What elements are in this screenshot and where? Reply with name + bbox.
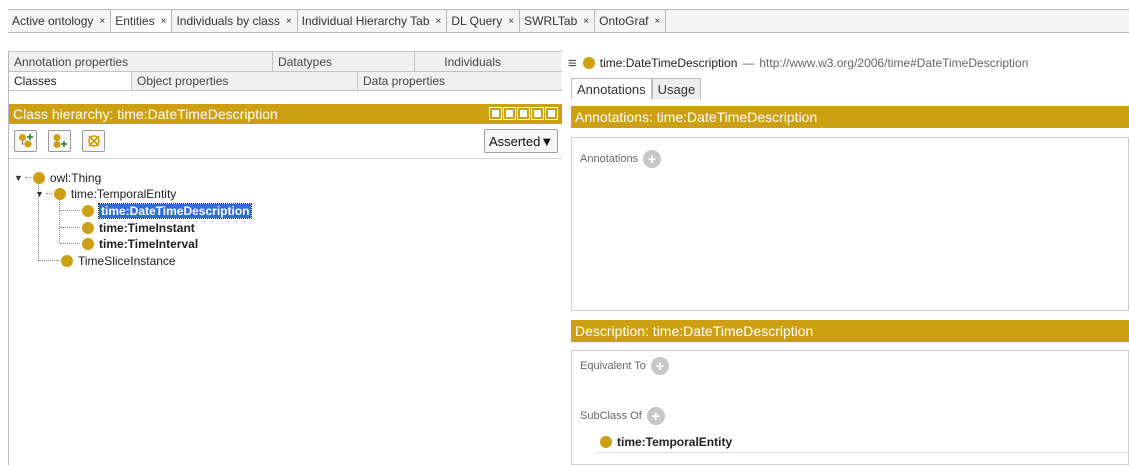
tab-entities[interactable]: Entities × (111, 10, 173, 32)
add-subclass-icon (18, 134, 33, 148)
entity-name: time:DateTimeDescription (599, 56, 738, 70)
tree-node-date-time-description[interactable]: time:DateTimeDescription (60, 202, 253, 219)
close-icon[interactable]: × (161, 16, 167, 27)
tree-node-label: time:TimeInterval (99, 236, 199, 251)
class-toolbar: Asserted ▼ (9, 124, 562, 158)
tab-usage[interactable]: Usage (651, 78, 702, 99)
expanded-arrow-icon[interactable]: ▼ (14, 173, 23, 183)
description-header: Description: time:DateTimeDescription (571, 320, 1129, 342)
hierarchy-mode-select[interactable]: Asserted ▼ (484, 129, 558, 153)
maximize-icon[interactable] (531, 107, 544, 120)
minimize-icon[interactable] (517, 107, 530, 120)
tree-node-label: TimeSliceInstance (78, 253, 176, 268)
entity-tabs-row-1: Annotation properties Datatypes Individu… (9, 51, 562, 71)
subclass-item[interactable]: time:TemporalEntity (600, 435, 732, 449)
hierarchy-mode-value: Asserted (489, 133, 541, 149)
description-title: Description: time:DateTimeDescription (575, 323, 814, 339)
tab-object-properties[interactable]: Object properties (132, 72, 358, 90)
chevron-down-icon: ▼ (540, 133, 554, 149)
equivalent-to-label: Equivalent To (580, 360, 646, 372)
entity-view-tabs: Annotations Usage (571, 78, 702, 99)
class-icon (32, 171, 45, 184)
delete-class-icon (87, 135, 100, 147)
separator: — (742, 56, 755, 70)
tab-label: Active ontology (12, 14, 94, 28)
add-sibling-icon (53, 134, 67, 148)
pin-icon[interactable] (503, 107, 516, 120)
subclass-of-field: SubClass Of + (580, 407, 665, 425)
help-icon[interactable] (489, 107, 502, 120)
class-tree: ▼ owl:Thing ▼ time:TemporalEntity time:D… (9, 158, 562, 465)
add-annotation-icon[interactable]: + (643, 150, 662, 168)
tab-individuals-by-class[interactable]: Individuals by class × (172, 10, 298, 32)
tree-node-label: owl:Thing (49, 170, 102, 185)
add-superclass-icon[interactable]: + (646, 407, 665, 425)
close-icon[interactable]: × (99, 16, 105, 27)
add-sibling-button[interactable] (48, 130, 71, 152)
view-controls (489, 107, 558, 120)
close-icon[interactable]: × (436, 16, 442, 27)
class-hierarchy-header: Class hierarchy: time:DateTimeDescriptio… (9, 104, 562, 124)
tree-node-owl-thing[interactable]: ▼ owl:Thing (14, 169, 101, 186)
tab-label: Entities (115, 14, 155, 28)
class-hierarchy-title: Class hierarchy: time:DateTimeDescriptio… (13, 106, 278, 122)
close-icon[interactable]: × (654, 16, 660, 27)
description-pane: Equivalent To + SubClass Of + time:Tempo… (571, 350, 1129, 465)
class-icon (582, 57, 595, 69)
tree-node-label: time:TimeInstant (99, 220, 195, 235)
tree-node-temporal-entity[interactable]: ▼ time:TemporalEntity (35, 185, 176, 202)
tree-node-time-interval[interactable]: time:TimeInterval (60, 235, 198, 252)
close-view-icon[interactable] (545, 107, 558, 120)
annotations-title: Annotations: time:DateTimeDescription (575, 109, 818, 125)
annotations-field: Annotations + (580, 150, 662, 168)
tab-individual-hierarchy[interactable]: Individual Hierarchy Tab × (298, 10, 448, 32)
tab-active-ontology[interactable]: Active ontology × (8, 10, 112, 32)
class-icon (600, 436, 612, 448)
class-icon (61, 254, 73, 267)
menu-icon[interactable]: ≡ (568, 55, 577, 72)
tab-ontograf[interactable]: OntoGraf × (595, 10, 667, 32)
subclass-of-label: SubClass Of (580, 410, 642, 422)
tab-label: Individual Hierarchy Tab (301, 14, 430, 28)
tree-node-label: time:TemporalEntity (70, 186, 177, 201)
annotations-pane: Annotations + (571, 137, 1129, 311)
tree-node-label-selected: time:DateTimeDescription (97, 202, 253, 219)
tab-individuals[interactable]: Individuals (415, 52, 562, 71)
tab-swrltab[interactable]: SWRLTab × (520, 10, 596, 32)
left-panel: Annotation properties Datatypes Individu… (8, 51, 562, 465)
entity-iri: http://www.w3.org/2006/time#DateTimeDesc… (759, 56, 1029, 70)
close-icon[interactable]: × (583, 16, 589, 27)
tab-annotation-properties[interactable]: Annotation properties (9, 52, 273, 71)
tab-label: SWRLTab (524, 14, 578, 28)
delete-class-button[interactable] (82, 130, 105, 152)
annotations-label: Annotations (580, 153, 639, 165)
tab-dl-query[interactable]: DL Query × (447, 10, 521, 32)
subclass-item-label: time:TemporalEntity (617, 435, 733, 449)
tab-annotations[interactable]: Annotations (571, 78, 652, 99)
entity-tabs-row-2: Classes Object properties Data propertie… (9, 71, 562, 91)
add-subclass-button[interactable] (14, 130, 37, 152)
expanded-arrow-icon[interactable]: ▼ (35, 189, 44, 199)
equivalent-to-field: Equivalent To + (580, 357, 669, 375)
add-equivalent-icon[interactable]: + (650, 357, 669, 375)
close-icon[interactable]: × (508, 16, 514, 27)
tab-label: DL Query (451, 14, 503, 28)
tab-classes[interactable]: Classes (9, 72, 132, 90)
annotations-header: Annotations: time:DateTimeDescription (571, 106, 1129, 128)
tab-data-properties[interactable]: Data properties (358, 72, 562, 90)
tab-label: OntoGraf (599, 14, 649, 28)
class-icon (82, 237, 94, 250)
entity-header: ≡ time:DateTimeDescription — http://www.… (568, 51, 1028, 75)
divider (595, 452, 1129, 453)
class-icon (82, 221, 94, 234)
tree-node-time-instant[interactable]: time:TimeInstant (60, 219, 195, 236)
tree-node-time-slice-instance[interactable]: TimeSliceInstance (39, 252, 176, 269)
class-icon (82, 204, 94, 217)
tab-label: Individuals by class (176, 14, 280, 28)
workspace-tab-bar: Active ontology × Entities × Individuals… (8, 9, 1129, 33)
tab-datatypes[interactable]: Datatypes (273, 52, 415, 71)
class-icon (53, 187, 66, 200)
close-icon[interactable]: × (286, 16, 292, 27)
